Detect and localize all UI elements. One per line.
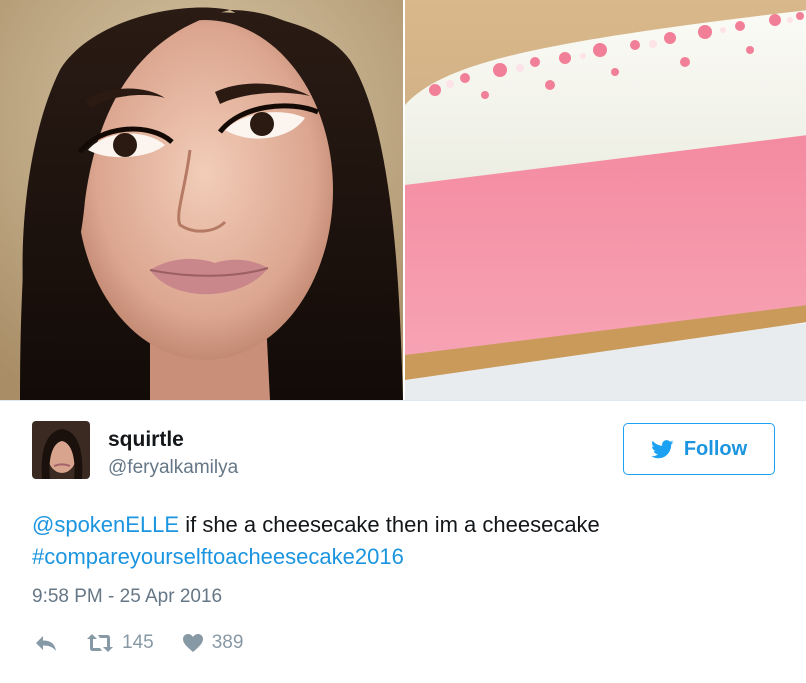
hashtag-link[interactable]: #compareyourselftoacheesecake2016 bbox=[32, 544, 404, 569]
heart-icon bbox=[182, 634, 203, 652]
mention-link[interactable]: @spokenELLE bbox=[32, 512, 179, 537]
follow-button[interactable]: Follow bbox=[623, 423, 775, 475]
avatar-image bbox=[32, 421, 90, 479]
avatar[interactable] bbox=[32, 421, 90, 479]
reply-button[interactable] bbox=[34, 633, 58, 653]
tweet-timestamp[interactable]: 9:58 PM - 25 Apr 2016 bbox=[32, 586, 222, 608]
tweet-body: if she a cheesecake then im a cheesecake bbox=[179, 512, 600, 537]
like-count: 389 bbox=[211, 632, 244, 653]
retweet-count: 145 bbox=[122, 632, 154, 653]
cheesecake-photo[interactable] bbox=[403, 0, 806, 400]
display-name[interactable]: squirtle bbox=[108, 428, 184, 452]
selfie-photo[interactable] bbox=[0, 0, 403, 400]
follow-label: Follow bbox=[683, 437, 748, 460]
user-handle[interactable]: @feryalkamilya bbox=[108, 457, 238, 479]
photo-grid bbox=[0, 0, 806, 400]
cheesecake-image bbox=[405, 0, 806, 400]
reply-icon bbox=[36, 636, 56, 651]
retweet-button[interactable]: 145 bbox=[86, 632, 154, 654]
like-button[interactable]: 389 bbox=[182, 632, 244, 654]
selfie-image bbox=[0, 0, 403, 400]
tweet-actions: 145 389 bbox=[34, 628, 271, 658]
twitter-bird-icon bbox=[650, 439, 674, 458]
retweet-icon bbox=[87, 634, 113, 652]
tweet-text: @spokenELLE if she a cheesecake then im … bbox=[32, 509, 772, 573]
